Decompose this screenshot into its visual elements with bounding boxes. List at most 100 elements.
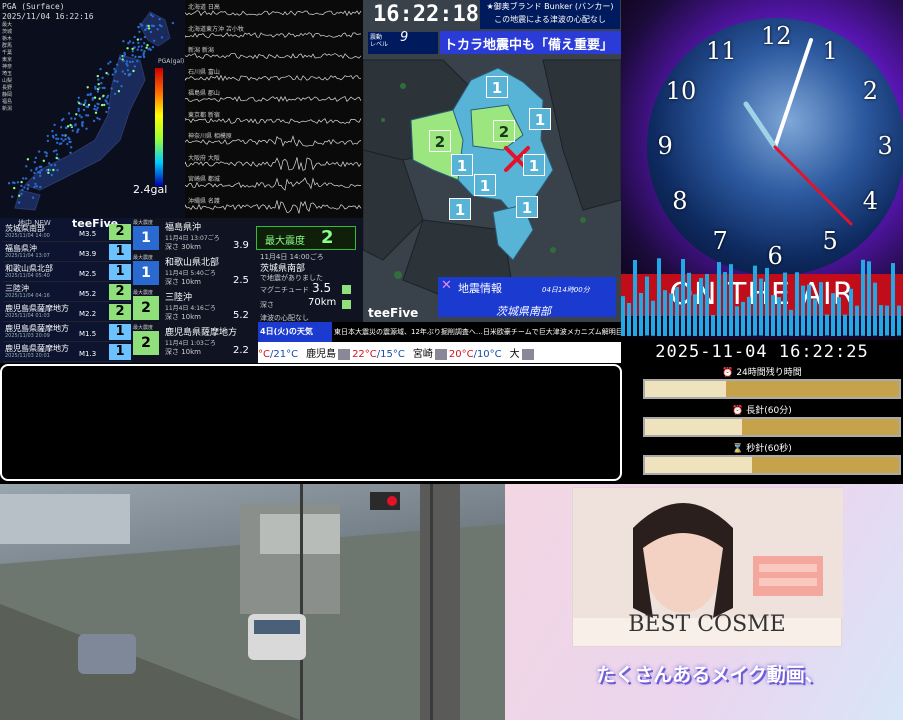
station-dot [27, 183, 30, 187]
visualizer-bar [681, 258, 685, 336]
waveform-label: 沖縄県 名護 [188, 197, 220, 205]
visualizer-bar [705, 274, 709, 336]
station-dot [137, 45, 140, 48]
pga-scale-label: PGA(gal) [158, 58, 185, 65]
station-dot [38, 165, 41, 169]
station-dot [107, 62, 110, 65]
station-dot [132, 69, 135, 73]
station-dot [67, 112, 71, 115]
station-dot [50, 173, 53, 177]
station-dot [96, 74, 100, 78]
audio-visualizer [621, 258, 901, 336]
weather-city: 鹿児島 22°C/15°C [306, 345, 405, 360]
quake-list-item[interactable]: 三陸沖 2025/11/04 04:16 M5.2 2 [3, 282, 131, 302]
station-dot [116, 80, 119, 83]
station-dot [70, 117, 73, 120]
station-dot [147, 48, 150, 51]
station-dot [85, 127, 88, 130]
visualizer-bar [801, 285, 805, 336]
waveform-label: 宮崎県 都城 [188, 176, 220, 183]
detail-magnitude: 2.5 [233, 275, 249, 286]
quake-list-item[interactable]: 福島県沖 2025/11/04 13:07 M3.9 1 [3, 242, 131, 262]
station-dot [51, 130, 54, 133]
quake-detail-item[interactable]: 最大震度 1 和歌山県北部 11月4日 5:40ごろ 深さ 10km 2.5 [133, 253, 255, 287]
station-dot [86, 86, 89, 89]
quake-detail-item[interactable]: 最大震度 1 福島県沖 11月4日 13:07ごろ 深さ 30km 3.9 [133, 218, 255, 252]
station-dot [105, 110, 108, 114]
station-dot [149, 30, 153, 34]
visualizer-bar [783, 272, 787, 336]
station-dot [20, 180, 23, 184]
quake-list-item[interactable]: 鹿児島県薩摩地方 2025/11/03 20:01 M1.3 1 [3, 342, 131, 362]
quake-list-item[interactable]: 茨城県南部 2025/11/04 14:00 M3.5 2 [3, 222, 131, 242]
visualizer-bar [861, 259, 865, 336]
second-hand [773, 145, 853, 226]
detail-magnitude: 2.2 [233, 345, 249, 356]
waveform-label: 石川県 富山 [188, 68, 220, 76]
station-dot [140, 49, 143, 52]
quake-intensity: 1 [109, 244, 131, 260]
station-dot [60, 142, 63, 145]
station-dot [77, 96, 81, 100]
waveform-row: 北海道東方沖 苫小牧 [185, 22, 363, 44]
quake-detail-item[interactable]: 最大震度 2 三陸沖 11月4日 4:16ごろ 深さ 10km 5.2 [133, 288, 255, 322]
visualizer-bar [675, 287, 679, 336]
quake-list-item[interactable]: 鹿児島県薩摩地方 2025/11/03 20:09 M1.5 1 [3, 322, 131, 342]
visualizer-bar [627, 302, 631, 336]
station-dot [77, 128, 80, 131]
quake-intensity: 2 [109, 224, 131, 240]
max-intensity-box: 最大震度 2 [256, 226, 356, 250]
station-dot [133, 65, 136, 68]
station-dot [151, 45, 155, 49]
station-dot [55, 149, 58, 152]
station-dot [143, 35, 147, 39]
station-dot [20, 192, 23, 195]
station-dot [91, 98, 94, 101]
station-dot [23, 186, 26, 189]
station-dot [56, 137, 60, 140]
progress-fill [645, 457, 752, 473]
station-dot [26, 158, 30, 161]
temp-low: /10°C [473, 349, 502, 360]
station-dot [140, 45, 143, 48]
quake-detail-item[interactable]: 最大震度 2 鹿児島県薩摩地方 11月4日 1:03ごろ 深さ 10km 2.2 [133, 323, 255, 357]
area-intensity-badge: 1 [516, 196, 538, 218]
quake-time: 2025/11/03 20:01 [5, 353, 50, 359]
visualizer-bar [873, 282, 877, 336]
station-dot [129, 72, 132, 76]
station-dot [123, 51, 126, 55]
waveform-row: 宮崎県 都城 [185, 172, 363, 194]
station-dot [106, 102, 109, 105]
visualizer-bar [735, 306, 739, 336]
station-dot [116, 63, 119, 66]
station-dot [45, 169, 49, 172]
pga-color-scale [155, 68, 163, 186]
station-dot [131, 54, 134, 57]
station-dot [26, 187, 29, 191]
station-dot [46, 134, 49, 138]
visualizer-bar [747, 296, 751, 336]
quake-list-item[interactable]: 鹿児島県薩摩地方 2025/11/04 01:03 M2.2 2 [3, 302, 131, 322]
station-dot [92, 119, 96, 123]
station-dot [104, 99, 107, 102]
info-region: 茨城県南部 [496, 305, 551, 318]
detail-depth: 深さ 30km [165, 243, 202, 251]
visualizer-bar [651, 300, 655, 336]
waveform-row: 大阪府 大阪 [185, 151, 363, 173]
station-dot [146, 44, 149, 47]
detail-depth: 深さ 10km [165, 348, 202, 356]
station-dot [24, 177, 28, 180]
station-dot [131, 60, 134, 63]
station-dot [83, 101, 87, 105]
station-dot [31, 196, 35, 199]
quake-intensity: 2 [109, 284, 131, 300]
station-dot [89, 93, 92, 97]
detail-magnitude: 3.9 [233, 240, 249, 251]
waveform-label: 東京都 新宿 [188, 111, 220, 119]
station-dot [96, 90, 100, 93]
quake-list-item[interactable]: 和歌山県北部 2025/11/04 05:40 M2.5 1 [3, 262, 131, 282]
station-dot [114, 71, 117, 74]
station-dot [128, 40, 132, 43]
station-dot [152, 24, 156, 28]
station-dot [106, 96, 109, 99]
